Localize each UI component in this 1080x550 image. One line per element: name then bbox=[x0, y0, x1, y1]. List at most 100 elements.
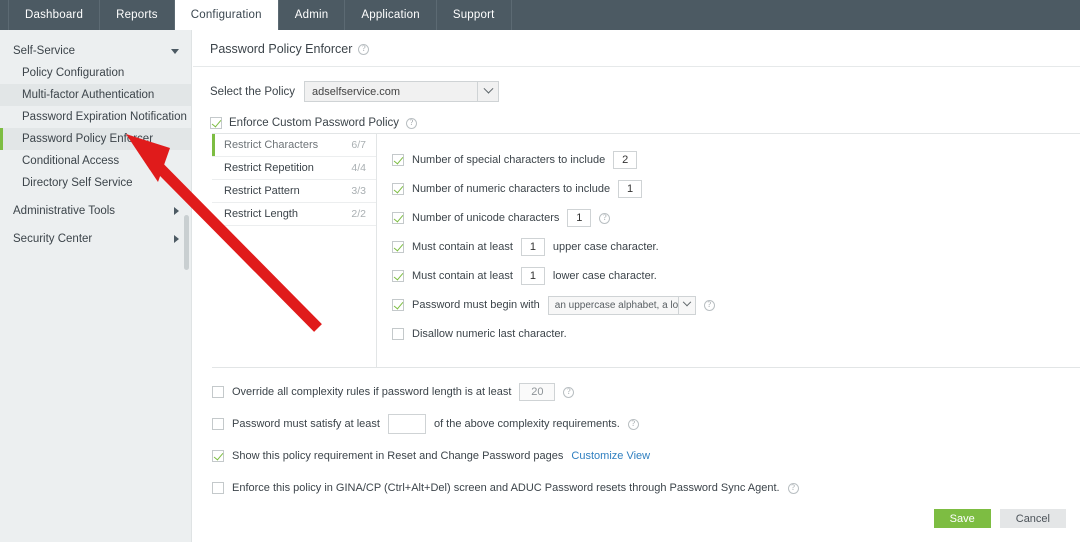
sidebar-item-multi-factor-authentication[interactable]: Multi-factor Authentication bbox=[0, 84, 191, 106]
sidebar-item-password-policy-enforcer[interactable]: Password Policy Enforcer bbox=[0, 128, 191, 150]
sidebar-group-security-center[interactable]: Security Center bbox=[0, 228, 191, 250]
rule-disallow-numeric-last-checkbox[interactable] bbox=[392, 328, 404, 340]
restriction-tab-restrict-pattern[interactable]: Restrict Pattern 3/3 bbox=[212, 180, 376, 203]
restrictions-panel: Restrict Characters 6/7 Restrict Repetit… bbox=[212, 133, 1080, 368]
nav-tab-dashboard[interactable]: Dashboard bbox=[8, 0, 101, 30]
option-satisfy-requirements-label-post: of the above complexity requirements. bbox=[433, 418, 620, 430]
rule-upper-case-label-post: upper case character. bbox=[552, 241, 659, 253]
sidebar-item-policy-configuration[interactable]: Policy Configuration bbox=[0, 62, 191, 84]
chevron-down-icon bbox=[171, 48, 179, 54]
restriction-tab-restrict-length[interactable]: Restrict Length 2/2 bbox=[212, 203, 376, 226]
option-satisfy-requirements-label-pre: Password must satisfy at least bbox=[232, 418, 380, 430]
rule-special-characters: Number of special characters to include … bbox=[392, 150, 1080, 170]
option-show-policy-requirement-checkbox[interactable] bbox=[212, 450, 224, 462]
rule-upper-case-label-pre: Must contain at least bbox=[412, 241, 513, 253]
rule-numeric-characters: Number of numeric characters to include … bbox=[392, 179, 1080, 199]
rule-special-characters-checkbox[interactable] bbox=[392, 154, 404, 166]
rule-disallow-numeric-last-label: Disallow numeric last character. bbox=[412, 328, 567, 340]
rule-lower-case-label-pre: Must contain at least bbox=[412, 270, 513, 282]
rule-upper-case-input[interactable]: 1 bbox=[520, 238, 545, 256]
option-satisfy-requirements-input[interactable] bbox=[387, 414, 426, 434]
rule-upper-case-checkbox[interactable] bbox=[392, 241, 404, 253]
policy-select-label: Select the Policy bbox=[210, 85, 296, 98]
page-title-row: Password Policy Enforcer ? bbox=[193, 30, 1080, 58]
form-action-buttons: Save Cancel bbox=[933, 509, 1066, 528]
sidebar-group-administrative-tools-label: Administrative Tools bbox=[13, 205, 116, 217]
rule-upper-case: Must contain at least 1 upper case chara… bbox=[392, 237, 1080, 257]
top-navigation-bar: Dashboard Reports Configuration Admin Ap… bbox=[0, 0, 1080, 30]
restriction-tab-label: Restrict Characters bbox=[224, 139, 319, 151]
option-show-policy-requirement: Show this policy requirement in Reset an… bbox=[212, 446, 1070, 466]
rule-unicode-characters-input[interactable]: 1 bbox=[567, 209, 592, 227]
sidebar-item-password-expiration-notification[interactable]: Password Expiration Notification bbox=[0, 106, 191, 128]
rule-password-begin-with-checkbox[interactable] bbox=[392, 299, 404, 311]
enforce-custom-policy-row: Enforce Custom Password Policy ? bbox=[193, 102, 1080, 129]
sidebar-group-administrative-tools[interactable]: Administrative Tools bbox=[0, 200, 191, 222]
sidebar-group-security-center-label: Security Center bbox=[13, 233, 93, 245]
help-icon[interactable]: ? bbox=[563, 386, 575, 398]
option-satisfy-requirements: Password must satisfy at least of the ab… bbox=[212, 414, 1070, 434]
rule-password-begin-with: Password must begin with an uppercase al… bbox=[392, 295, 1080, 315]
rule-numeric-characters-checkbox[interactable] bbox=[392, 183, 404, 195]
help-icon[interactable]: ? bbox=[703, 299, 715, 311]
sidebar: Self-Service Policy Configuration Multi-… bbox=[0, 30, 192, 542]
rule-numeric-characters-label: Number of numeric characters to include bbox=[412, 183, 611, 195]
nav-tab-support[interactable]: Support bbox=[437, 0, 512, 30]
additional-options: Override all complexity rules if passwor… bbox=[212, 382, 1070, 510]
rule-lower-case-input[interactable]: 1 bbox=[520, 267, 545, 285]
enforce-custom-policy-checkbox[interactable] bbox=[210, 117, 222, 129]
restriction-tab-restrict-repetition[interactable]: Restrict Repetition 4/4 bbox=[212, 157, 376, 180]
help-icon[interactable]: ? bbox=[406, 117, 418, 129]
help-icon[interactable]: ? bbox=[787, 482, 799, 494]
sidebar-group-self-service[interactable]: Self-Service bbox=[0, 40, 191, 62]
restriction-tab-count: 2/2 bbox=[351, 208, 366, 220]
option-override-complexity-label: Override all complexity rules if passwor… bbox=[232, 386, 512, 398]
help-icon[interactable]: ? bbox=[358, 43, 370, 55]
option-enforce-gina-cp: Enforce this policy in GINA/CP (Ctrl+Alt… bbox=[212, 478, 1070, 498]
sidebar-item-conditional-access[interactable]: Conditional Access bbox=[0, 150, 191, 172]
restriction-rules-list: Number of special characters to include … bbox=[377, 134, 1080, 367]
nav-tab-configuration[interactable]: Configuration bbox=[174, 0, 279, 30]
restriction-tab-label: Restrict Repetition bbox=[224, 162, 314, 174]
rule-password-begin-with-dropdown[interactable]: an uppercase alphabet, a lowe bbox=[547, 295, 696, 315]
main-content: Password Policy Enforcer ? Select the Po… bbox=[193, 30, 1080, 550]
option-enforce-gina-cp-checkbox[interactable] bbox=[212, 482, 224, 494]
help-icon[interactable]: ? bbox=[599, 212, 611, 224]
restriction-tab-label: Restrict Length bbox=[224, 208, 298, 220]
rule-special-characters-input[interactable]: 2 bbox=[613, 151, 638, 169]
rule-disallow-numeric-last: Disallow numeric last character. bbox=[392, 324, 1080, 344]
nav-tab-admin[interactable]: Admin bbox=[279, 0, 346, 30]
restriction-tab-list: Restrict Characters 6/7 Restrict Repetit… bbox=[212, 134, 377, 367]
rule-password-begin-with-label: Password must begin with bbox=[412, 299, 540, 311]
cancel-button[interactable]: Cancel bbox=[999, 509, 1066, 528]
enforce-custom-policy-label: Enforce Custom Password Policy bbox=[229, 117, 400, 129]
option-show-policy-requirement-label: Show this policy requirement in Reset an… bbox=[232, 450, 564, 462]
chevron-down-icon[interactable] bbox=[477, 82, 498, 101]
sidebar-item-label: Conditional Access bbox=[22, 155, 120, 167]
sidebar-item-label: Password Expiration Notification bbox=[22, 111, 187, 123]
option-enforce-gina-cp-label: Enforce this policy in GINA/CP (Ctrl+Alt… bbox=[232, 482, 780, 494]
rule-numeric-characters-input[interactable]: 1 bbox=[618, 180, 643, 198]
chevron-down-icon[interactable] bbox=[677, 296, 695, 314]
sidebar-scrollbar-thumb[interactable] bbox=[184, 215, 189, 270]
option-satisfy-requirements-checkbox[interactable] bbox=[212, 418, 224, 430]
sidebar-item-label: Policy Configuration bbox=[22, 67, 125, 79]
help-icon[interactable]: ? bbox=[627, 418, 639, 430]
policy-select-value: adselfservice.com bbox=[312, 85, 401, 98]
nav-tab-application[interactable]: Application bbox=[345, 0, 437, 30]
save-button[interactable]: Save bbox=[933, 509, 991, 528]
rule-lower-case-checkbox[interactable] bbox=[392, 270, 404, 282]
rule-lower-case-label-post: lower case character. bbox=[552, 270, 657, 282]
option-override-complexity-input[interactable]: 20 bbox=[519, 383, 556, 401]
restriction-tab-label: Restrict Pattern bbox=[224, 185, 300, 197]
rule-unicode-characters-checkbox[interactable] bbox=[392, 212, 404, 224]
chevron-right-icon bbox=[174, 235, 179, 243]
sidebar-item-label: Password Policy Enforcer bbox=[22, 133, 154, 145]
option-override-complexity-checkbox[interactable] bbox=[212, 386, 224, 398]
nav-tab-reports[interactable]: Reports bbox=[100, 0, 175, 30]
restriction-tab-restrict-characters[interactable]: Restrict Characters 6/7 bbox=[212, 134, 376, 157]
sidebar-item-directory-self-service[interactable]: Directory Self Service bbox=[0, 172, 191, 194]
rule-password-begin-with-value: an uppercase alphabet, a lowe bbox=[554, 299, 691, 311]
policy-select-dropdown[interactable]: adselfservice.com bbox=[304, 81, 500, 102]
customize-view-link[interactable]: Customize View bbox=[571, 450, 650, 462]
